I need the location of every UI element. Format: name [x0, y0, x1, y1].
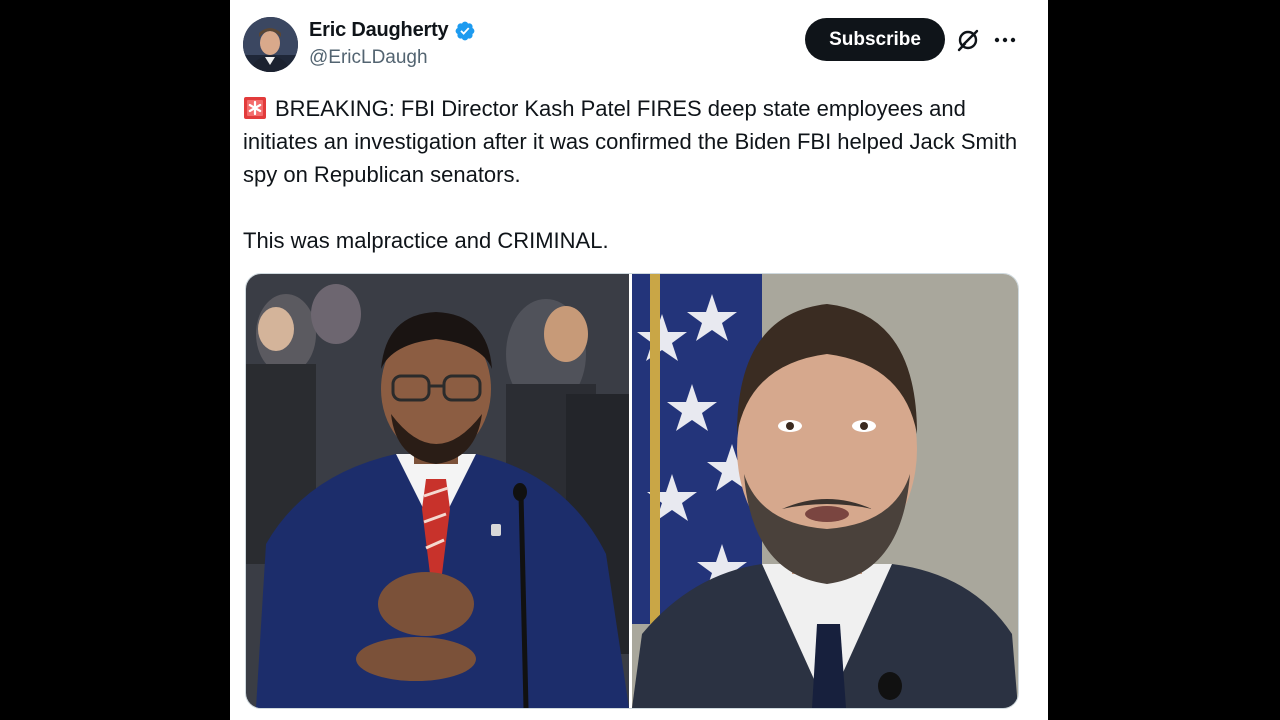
tweet-text: BREAKING: FBI Director Kash Patel FIRES … [243, 92, 1033, 257]
author-name-row[interactable]: Eric Daugherty [309, 19, 476, 42]
tweet-card: Eric Daugherty @EricLDaugh Subscribe BRE… [230, 0, 1048, 720]
tweet-paragraph-1: BREAKING: FBI Director Kash Patel FIRES … [243, 96, 1024, 187]
grok-icon[interactable] [955, 27, 981, 53]
more-options-icon[interactable] [993, 27, 1017, 53]
verified-badge-icon [456, 21, 475, 40]
media-grid [245, 273, 1019, 709]
photo-kash-patel[interactable] [246, 274, 629, 708]
avatar[interactable] [243, 17, 298, 72]
handle[interactable]: @EricLDaugh [309, 47, 428, 69]
photo-jack-smith[interactable] [632, 274, 1018, 708]
display-name[interactable]: Eric Daugherty [309, 19, 449, 42]
subscribe-button[interactable]: Subscribe [805, 18, 945, 61]
siren-emoji-icon [244, 97, 266, 119]
tweet-paragraph-2: This was malpractice and CRIMINAL. [243, 228, 609, 253]
